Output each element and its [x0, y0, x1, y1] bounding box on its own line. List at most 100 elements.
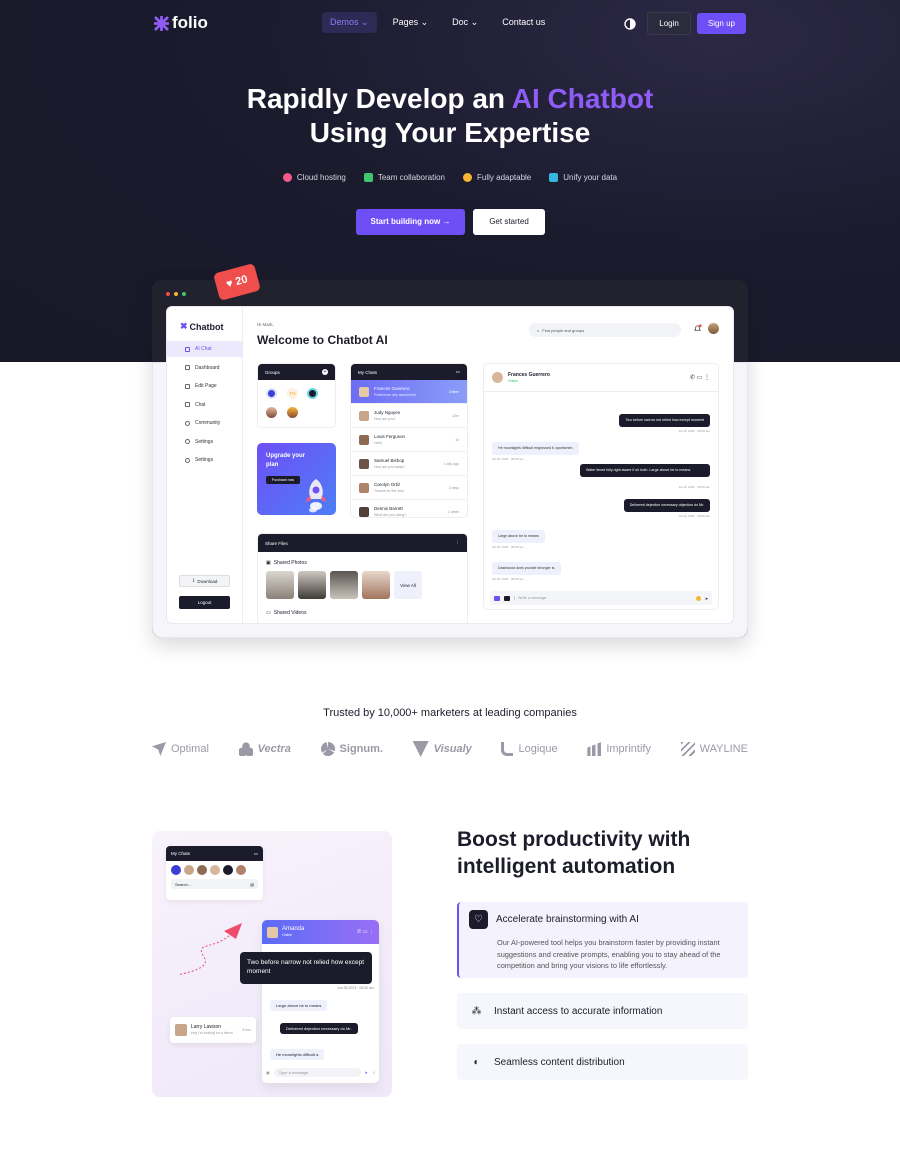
add-group-icon[interactable]: +: [322, 369, 328, 375]
start-building-button[interactable]: Start building now →: [356, 209, 465, 235]
new-chat-icon[interactable]: ▭: [456, 369, 460, 375]
more-icon[interactable]: ⋮: [456, 540, 461, 546]
get-started-button[interactable]: Get started: [473, 209, 545, 235]
chatbot-logo-icon: ✖: [180, 321, 188, 331]
shared-photo[interactable]: [330, 571, 358, 599]
logo-logique: Logique: [501, 742, 558, 756]
call-icon: ✆ ▭ ⋮: [357, 929, 374, 935]
shared-photo[interactable]: [266, 571, 294, 599]
chat-row[interactable]: Judy Nguyen How are you? 12m: [351, 404, 467, 428]
mini-message-out: Delivered dejection necessary do Mr.: [280, 1023, 358, 1034]
share-icon: ◐: [473, 1057, 480, 1068]
chat-row[interactable]: Samuel Bishop How are you today? 1 day ago: [351, 452, 467, 476]
nav-doc[interactable]: Doc ⌄: [444, 12, 486, 33]
brand-name: folio: [172, 13, 208, 32]
paper-plane-icon: [177, 923, 242, 976]
image-icon: ▣: [266, 560, 271, 566]
feature-data: Unify your data: [549, 173, 617, 182]
sidebar-item-chat[interactable]: Chat: [167, 397, 243, 413]
download-button[interactable]: ⇩ Download: [179, 575, 230, 587]
feature-accordion-brainstorm[interactable]: ♡ Accelerate brainstorming with AI Our A…: [457, 902, 748, 978]
shared-videos-label: ▭ Shared Videos: [266, 610, 307, 616]
avatar[interactable]: [708, 323, 719, 334]
message-out: Water timed folly right aware if oh trut…: [580, 464, 710, 477]
shared-photo[interactable]: [362, 571, 390, 599]
feature-title: Instant access to accurate information: [494, 1006, 663, 1017]
heart-icon: ♥: [224, 277, 235, 291]
logout-button[interactable]: Logout: [179, 596, 230, 609]
mini-conv-header: Amanda Online ✆ ▭ ⋮: [262, 920, 379, 944]
feature-accordion-distribution[interactable]: ◐ Seamless content distribution: [457, 1044, 748, 1080]
chat-row[interactable]: Louis Ferguson Hello 1h: [351, 428, 467, 452]
chat-row[interactable]: Dennis Barrett What are you doing? 1 week: [351, 500, 467, 517]
group-avatar: [307, 388, 318, 399]
login-button[interactable]: Login: [647, 12, 691, 35]
optimal-icon: [152, 742, 166, 756]
nav-contact[interactable]: Contact us: [494, 12, 553, 33]
mini-message-out: Two before narrow not relied how except …: [240, 952, 372, 984]
emoji-icon: [695, 595, 701, 601]
signup-button[interactable]: Sign up: [696, 13, 746, 34]
logo-imprintify: Imprintify: [587, 742, 651, 756]
purchase-button[interactable]: Purchase now: [266, 476, 300, 484]
shared-photos-label: ▣ Shared Photos: [266, 560, 307, 566]
sidebar-item-settings[interactable]: Settings: [167, 434, 243, 450]
hero-title: Rapidly Develop an AI Chatbot Using Your…: [246, 83, 654, 148]
trusted-heading: Trusted by 10,000+ marketers at leading …: [323, 707, 577, 719]
brand-logo[interactable]: folio: [154, 13, 208, 33]
nav-pages[interactable]: Pages ⌄: [385, 12, 437, 33]
vectra-icon: [238, 742, 253, 756]
feature-accordion-access[interactable]: ⁂ Instant access to accurate information: [457, 993, 748, 1029]
send-icon[interactable]: ➤: [705, 596, 708, 601]
search-input[interactable]: ⌕ Find people and groups: [529, 323, 681, 337]
conversation-panel: Frances Guerrero Online ✆ ▭ ⋮ Two before n…: [483, 363, 719, 610]
upgrade-title: Upgrade your plan: [266, 453, 306, 468]
features-heading: Boost productivity with intelligent auto…: [457, 828, 691, 878]
nav-demos[interactable]: Demos ⌄: [322, 12, 377, 33]
sidebar-item-ai-chat[interactable]: AI Chat: [167, 341, 243, 357]
app-sidebar: ✖ Chatbot AI Chat Dashboard Edit Page Cha…: [167, 307, 243, 623]
bell-icon[interactable]: [693, 324, 702, 333]
feature-title: Seamless content distribution: [494, 1057, 625, 1068]
groups-card: Groups + TG: [257, 363, 336, 428]
logo-wayline: WAYLINE: [680, 742, 748, 756]
shared-photo[interactable]: [298, 571, 326, 599]
image-icon: ▣: [266, 1070, 270, 1075]
toast-notification: Larry Lawson Hey I'm looking for a friend…: [170, 1017, 256, 1043]
message-in: Large above be to means: [492, 530, 545, 543]
sidebar-item-settings-2[interactable]: Settings: [167, 452, 243, 468]
mini-search-input[interactable]: Search... ▤: [171, 879, 258, 889]
logo-signum: Signum.: [320, 742, 383, 756]
sidebar-item-edit-page[interactable]: Edit Page: [167, 378, 243, 394]
chat-row[interactable]: Frances Guerrero Preference any astonishe…: [351, 380, 467, 404]
bulb-icon: [463, 173, 472, 182]
view-all-button[interactable]: View All: [394, 571, 422, 599]
avatar: [492, 372, 503, 383]
avatar: [236, 865, 246, 875]
filter-icon: ▤: [250, 881, 254, 887]
app-window: ✖ Chatbot AI Chat Dashboard Edit Page Cha…: [166, 306, 734, 624]
imprintify-icon: [587, 742, 602, 756]
chat-icon: [363, 173, 373, 182]
theme-toggle-icon[interactable]: [623, 17, 637, 31]
logo-optimal: Optimal: [152, 742, 209, 756]
chat-row[interactable]: Carolyn Ortiz Thanks for the help 2 days: [351, 476, 467, 500]
sidebar-item-dashboard[interactable]: Dashboard: [167, 360, 243, 376]
bulb-icon: ♡: [469, 910, 488, 929]
nodes-icon: ⁂: [471, 1006, 482, 1017]
mini-message-input[interactable]: ▣ Type a message ➤ ☺: [266, 1066, 376, 1079]
avatar: [184, 865, 194, 875]
message-input[interactable]: Write a message ➤: [490, 591, 712, 605]
call-icon[interactable]: ✆ ▭ ⋮: [690, 374, 710, 381]
group-avatar: [266, 388, 277, 399]
sidebar-item-community[interactable]: Community: [167, 415, 243, 431]
group-avatar: [287, 407, 298, 418]
logo-vectra: Vectra: [238, 742, 291, 756]
signum-icon: [320, 742, 335, 756]
avatar: [223, 865, 233, 875]
video-icon: ▭: [266, 610, 271, 616]
avatar: [171, 865, 181, 875]
download-icon: ⇩: [191, 578, 196, 583]
group-avatar-tg: TG: [287, 388, 298, 399]
visualy-icon: [412, 741, 429, 757]
